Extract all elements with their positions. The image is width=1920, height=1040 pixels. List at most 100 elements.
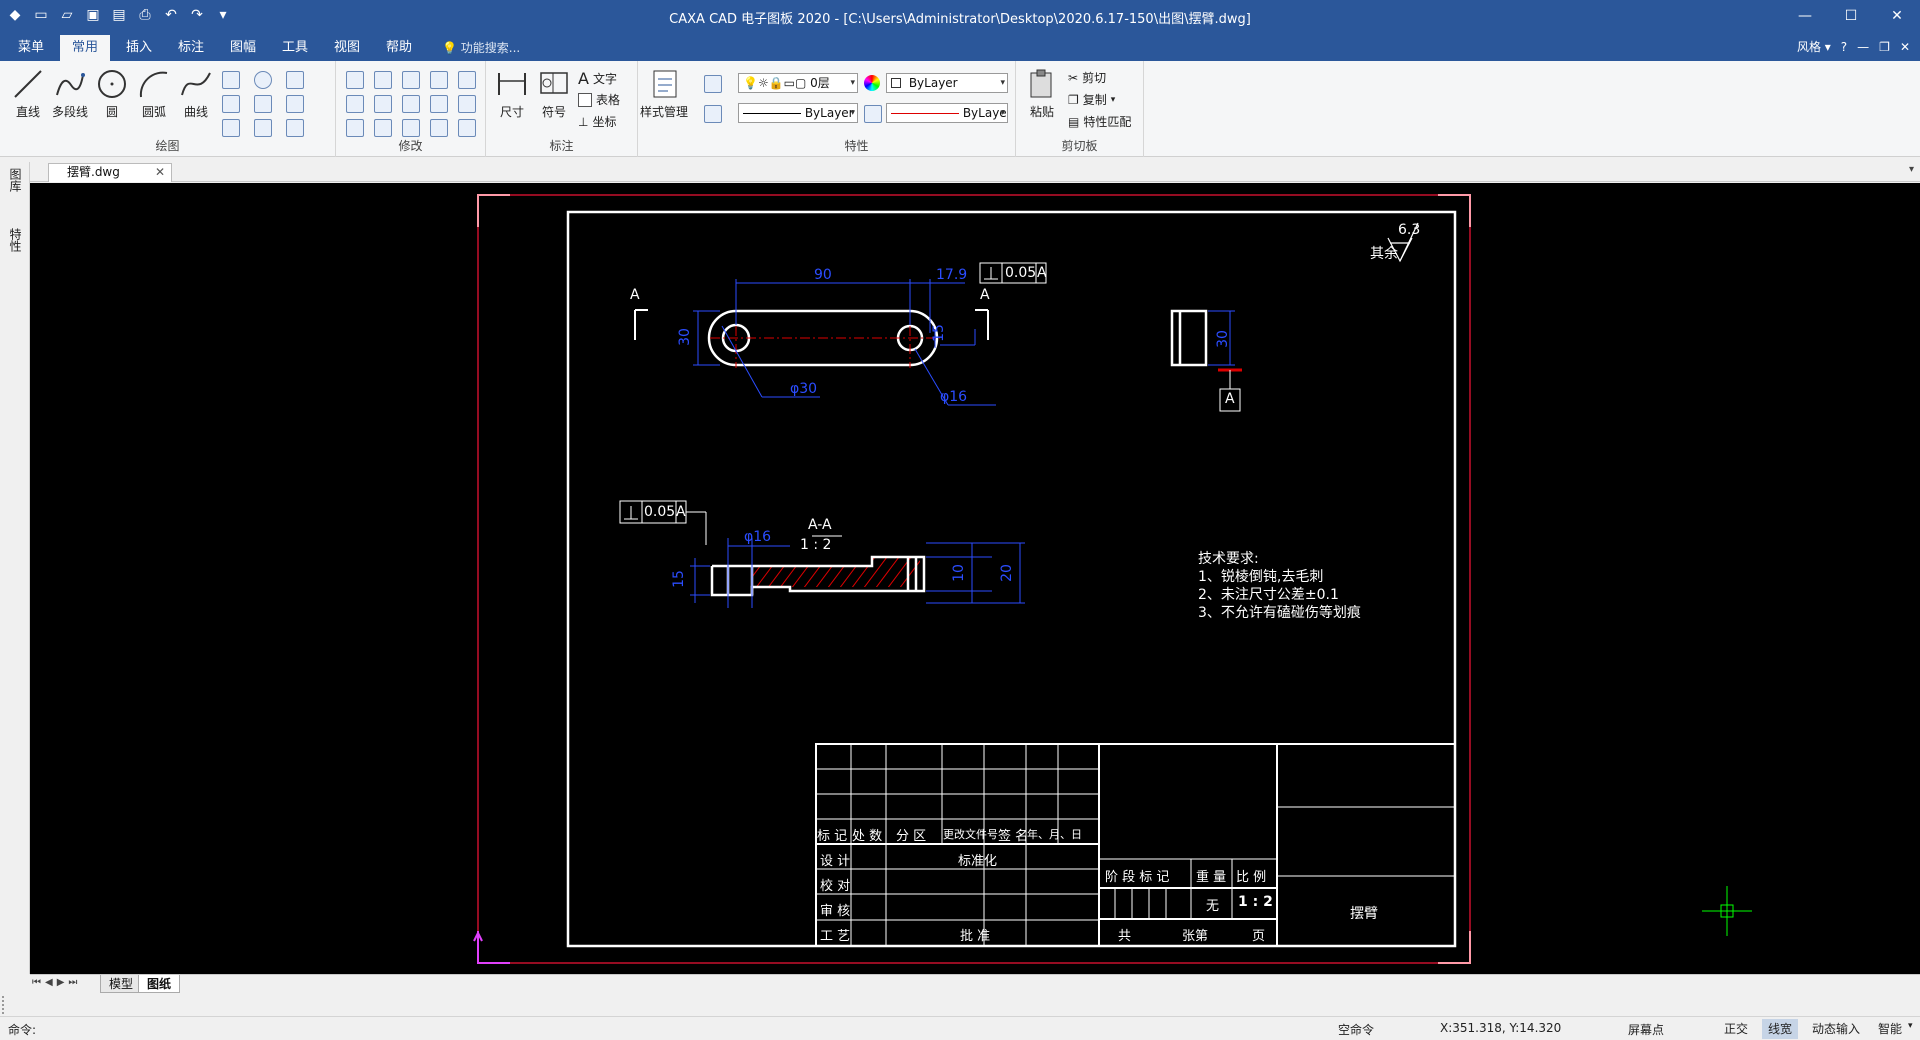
copy-object-icon[interactable]	[374, 71, 392, 89]
symbol-icon	[540, 72, 568, 94]
symbol-button[interactable]: 符号	[534, 67, 574, 120]
tab-frame[interactable]: 图幅	[218, 35, 268, 61]
mirror-icon[interactable]	[402, 95, 420, 113]
ellipse-icon[interactable]	[254, 71, 272, 89]
layout-tab-bar: ⏮◀▶⏭ 模型 图纸	[30, 974, 1920, 994]
copy-button[interactable]: ❐ 复制 ▾	[1068, 91, 1115, 108]
tech-requirements-title: 技术要求:	[1198, 551, 1259, 567]
help-icon[interactable]: ?	[1841, 40, 1847, 54]
break-icon[interactable]	[430, 119, 448, 137]
erase-icon[interactable]	[458, 71, 476, 89]
linestyle-menu-icon[interactable]	[704, 105, 722, 123]
tab-model[interactable]: 模型	[100, 975, 143, 993]
lineweight-combo[interactable]: ByLaye ▾	[886, 103, 1008, 123]
centerline-icon[interactable]	[286, 95, 304, 113]
extend-icon[interactable]	[458, 119, 476, 137]
line-button[interactable]: 直线	[8, 67, 48, 120]
tab-menu[interactable]: 菜单	[6, 35, 56, 61]
cut-button[interactable]: ✂ 剪切	[1068, 69, 1106, 86]
smart-toggle[interactable]: 智能	[1872, 1019, 1908, 1039]
paste-button[interactable]: 粘贴	[1022, 67, 1062, 120]
tb-reviewer: 审 核	[820, 904, 851, 919]
rotate-icon[interactable]	[346, 95, 364, 113]
scale-icon[interactable]	[374, 119, 392, 137]
rectangle-icon[interactable]	[222, 71, 240, 89]
command-area[interactable]	[0, 994, 1920, 1016]
command-mode: 空命令	[1338, 1023, 1375, 1037]
polyline-button[interactable]: 多段线	[50, 67, 90, 120]
tab-view[interactable]: 视图	[322, 35, 372, 61]
coordinate-button[interactable]: ⊥ 坐标	[578, 113, 616, 130]
match-properties-button[interactable]: ▤ 特性匹配	[1068, 113, 1131, 130]
tolerance-value-top: 0.05	[1005, 265, 1037, 281]
datum-label: A	[1225, 391, 1235, 407]
tb-part-name: 摆臂	[1350, 906, 1378, 922]
circle-button[interactable]: 圆	[92, 67, 132, 120]
lineweight-icon[interactable]	[864, 105, 882, 123]
angle-line-icon[interactable]	[286, 71, 304, 89]
tab-paper[interactable]: 图纸	[138, 975, 181, 993]
maximize-button[interactable]: ☐	[1828, 0, 1874, 33]
dim-20: 20	[998, 564, 1015, 582]
style-manager-label: 样式管理	[640, 105, 689, 119]
hatch-icon[interactable]	[254, 119, 272, 137]
feature-search[interactable]: 💡 功能搜索...	[442, 39, 520, 56]
ortho-toggle[interactable]: 正交	[1718, 1019, 1754, 1039]
trim-icon[interactable]	[374, 95, 392, 113]
clipboard-group-label: 剪切板	[1061, 139, 1098, 153]
command-prompt[interactable]: 命令:	[8, 1021, 36, 1038]
close-tab-icon[interactable]: ✕	[155, 164, 165, 181]
minimize-button[interactable]: —	[1782, 0, 1828, 33]
tab-annotate[interactable]: 标注	[166, 35, 216, 61]
doc-restore-icon[interactable]: ❐	[1879, 40, 1890, 54]
style-manager-button[interactable]: 样式管理	[640, 67, 688, 120]
snap-mode[interactable]: 屏幕点	[1628, 1021, 1664, 1038]
stretch-icon[interactable]	[346, 119, 364, 137]
lineweight-toggle[interactable]: 线宽	[1762, 1019, 1799, 1039]
roughness-label: 其余	[1370, 246, 1398, 262]
construction-line-icon[interactable]	[222, 119, 240, 137]
close-button[interactable]: ✕	[1874, 0, 1920, 33]
dynamic-input-toggle[interactable]: 动态输入	[1806, 1019, 1866, 1039]
parallel-line-icon[interactable]	[222, 95, 240, 113]
doc-close-icon[interactable]: ✕	[1900, 40, 1910, 54]
layer-combo[interactable]: 💡☼🔒▭▢ 0层 ▾	[738, 73, 858, 93]
tb-process: 工 艺	[820, 929, 851, 944]
tab-help[interactable]: 帮助	[374, 35, 424, 61]
table-button[interactable]: 表格	[578, 91, 620, 108]
tb-sheet-number: 张第	[1182, 929, 1209, 944]
drawing-canvas[interactable]: 其余 6.3 A A 90 17.9 30 15 φ30 φ16 0.05 A …	[30, 183, 1920, 974]
doc-minimize-icon[interactable]: —	[1857, 40, 1869, 54]
document-tab[interactable]: 摆臂.dwg ✕	[48, 163, 172, 182]
layer-manager-icon[interactable]	[704, 75, 722, 93]
properties-group: 💡☼🔒▭▢ 0层 ▾ ByLayer ▾ ByLayer ▾ ByLaye ▾ …	[698, 61, 1016, 157]
polygon-icon[interactable]	[254, 95, 272, 113]
library-panel-tab[interactable]: 图库	[8, 168, 22, 192]
tab-common[interactable]: 常用	[60, 35, 111, 61]
tab-list-chevron-icon[interactable]: ▾	[1909, 164, 1914, 175]
move-icon[interactable]	[346, 71, 364, 89]
tab-insert[interactable]: 插入	[114, 35, 164, 61]
color-combo[interactable]: ByLayer ▾	[886, 73, 1008, 93]
spline-icon[interactable]	[286, 119, 304, 137]
color-wheel-icon[interactable]	[864, 75, 880, 91]
command-grip-icon[interactable]	[2, 996, 6, 1014]
tab-tools[interactable]: 工具	[270, 35, 320, 61]
chamfer-icon[interactable]	[402, 119, 420, 137]
linetype-combo[interactable]: ByLayer ▾	[738, 103, 858, 123]
dimension-button[interactable]: 尺寸	[492, 67, 532, 120]
arc-button[interactable]: 圆弧	[134, 67, 174, 120]
section-scale: 1 : 2	[800, 537, 832, 553]
properties-panel-tab[interactable]: 特性	[8, 228, 22, 252]
curve-button[interactable]: 曲线	[176, 67, 216, 120]
explode-icon[interactable]	[430, 95, 448, 113]
status-menu-chevron-icon[interactable]: ▾	[1908, 1021, 1913, 1031]
offset-icon[interactable]	[458, 95, 476, 113]
layout-nav-arrows-icon[interactable]: ⏮◀▶⏭	[32, 977, 81, 988]
array-icon[interactable]	[402, 71, 420, 89]
fillet-icon[interactable]	[430, 71, 448, 89]
style-menu[interactable]: 风格 ▾	[1797, 38, 1831, 55]
document-tab-bar: 摆臂.dwg ✕ ▾	[30, 162, 1920, 182]
text-button[interactable]: A 文字	[578, 69, 617, 88]
side-dim-30: 30	[1214, 330, 1231, 348]
